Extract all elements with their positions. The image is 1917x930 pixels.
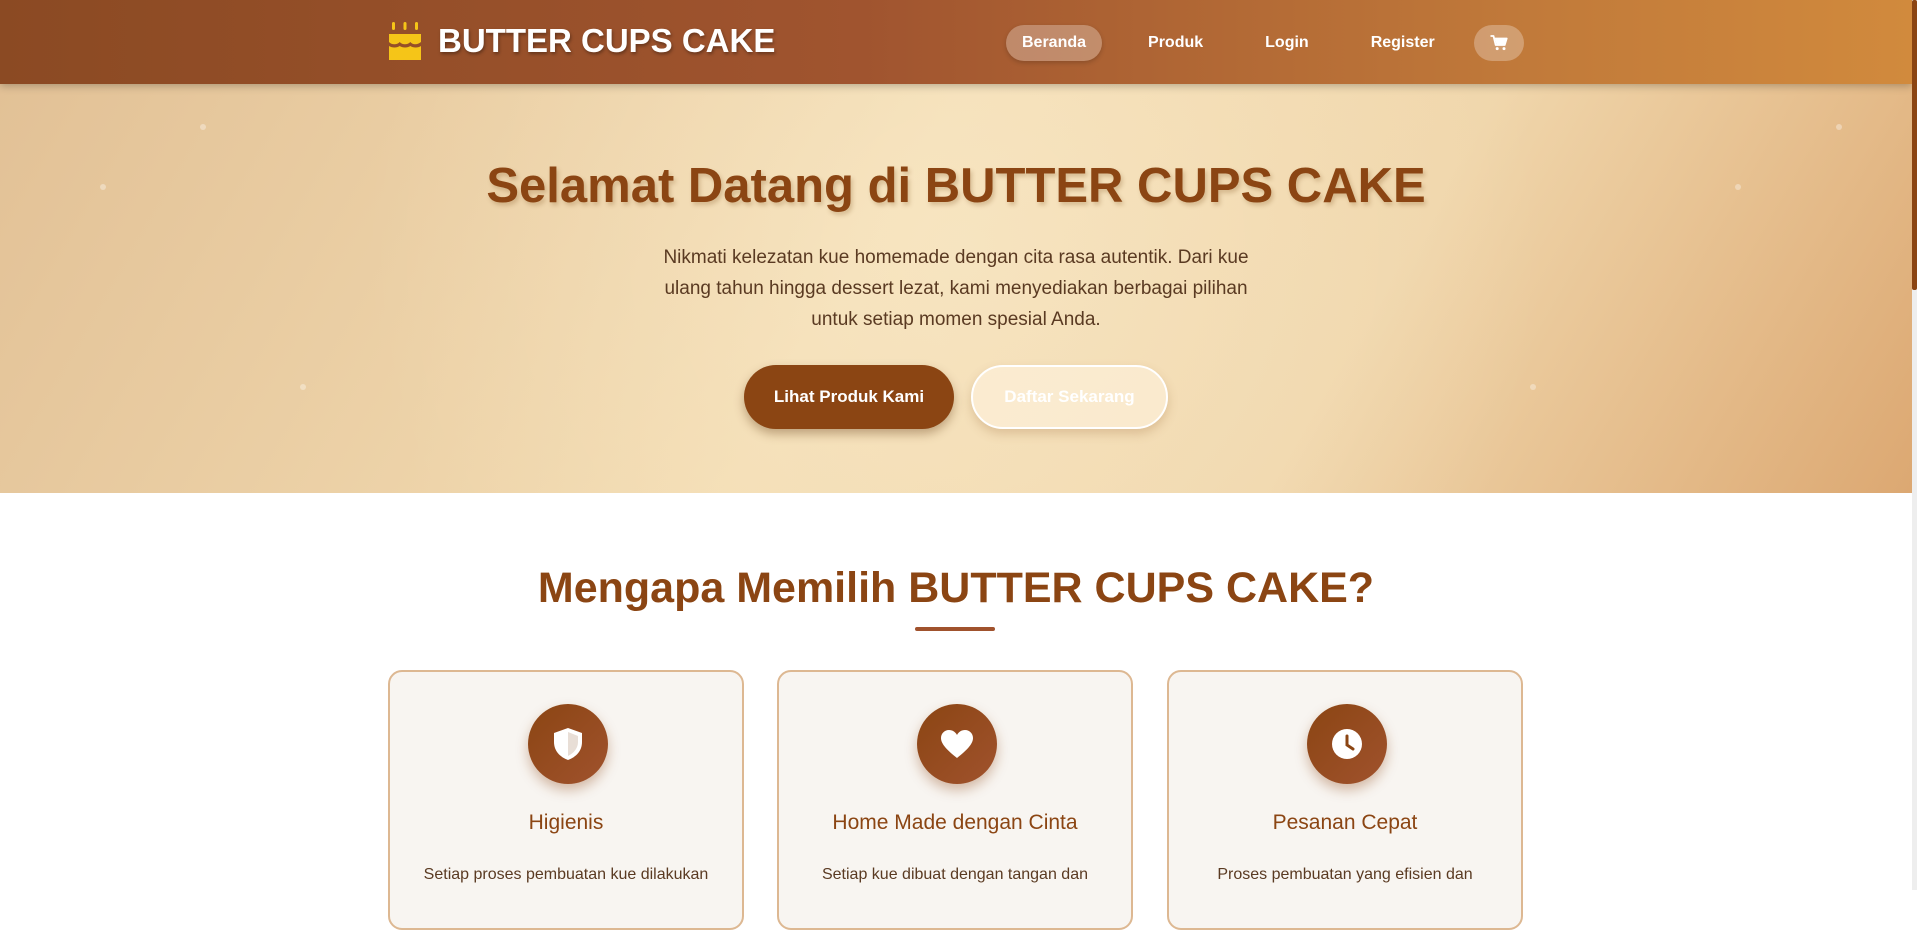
feature-card-hygienic: Higienis Setiap proses pembuatan kue dil… [388, 670, 744, 930]
shield-icon [554, 728, 582, 760]
birthday-cake-icon [389, 22, 421, 60]
cart-button[interactable] [1474, 25, 1524, 61]
feature-card-homemade: Home Made dengan Cinta Setiap kue dibuat… [777, 670, 1133, 930]
feature-title: Higienis [528, 811, 604, 834]
heart-icon [941, 730, 973, 758]
feature-card-fast-order: Pesanan Cepat Proses pembuatan yang efis… [1167, 670, 1523, 930]
feature-description: Setiap kue dibuat dengan tangan dan [821, 866, 1088, 883]
nav-link-produk[interactable]: Produk [1132, 25, 1219, 61]
hero-section: Selamat Datang di BUTTER CUPS CAKE Nikma… [0, 84, 1912, 493]
feature-description: Setiap proses pembuatan kue dilakukan [423, 866, 709, 883]
feature-description: Proses pembuatan yang efisien dan [1217, 866, 1473, 883]
sparkle [1836, 124, 1842, 130]
navbar: BUTTER CUPS CAKE Beranda Produk Login Re… [0, 0, 1912, 84]
scrollbar-thumb[interactable] [1912, 0, 1917, 290]
nav-link-login[interactable]: Login [1249, 25, 1325, 61]
feature-icon-circle [528, 704, 608, 784]
feature-icon-circle [917, 704, 997, 784]
nav-link-beranda[interactable]: Beranda [1006, 25, 1103, 61]
title-underline [915, 627, 995, 631]
hero-description: Nikmati kelezatan kue homemade dengan ci… [663, 247, 1249, 330]
sparkle [200, 124, 206, 130]
brand-name: BUTTER CUPS CAKE [438, 22, 776, 59]
nav-link-register[interactable]: Register [1355, 25, 1451, 61]
brand[interactable]: BUTTER CUPS CAKE [386, 20, 775, 62]
clock-icon [1332, 729, 1362, 759]
feature-icon-circle [1307, 704, 1387, 784]
feature-title: Pesanan Cepat [1272, 811, 1418, 834]
nav-links: Beranda Produk Login Register [1006, 25, 1451, 61]
feature-title: Home Made dengan Cinta [832, 811, 1078, 834]
hero-title: Selamat Datang di BUTTER CUPS CAKE [486, 159, 1426, 213]
sparkle [1530, 384, 1536, 390]
register-now-button[interactable]: Daftar Sekarang [971, 365, 1168, 429]
features-title: Mengapa Memilih BUTTER CUPS CAKE? [537, 564, 1375, 612]
sparkle [300, 384, 306, 390]
view-products-button[interactable]: Lihat Produk Kami [744, 365, 954, 429]
scrollbar[interactable] [1912, 0, 1917, 890]
shopping-cart-icon [1490, 35, 1508, 51]
